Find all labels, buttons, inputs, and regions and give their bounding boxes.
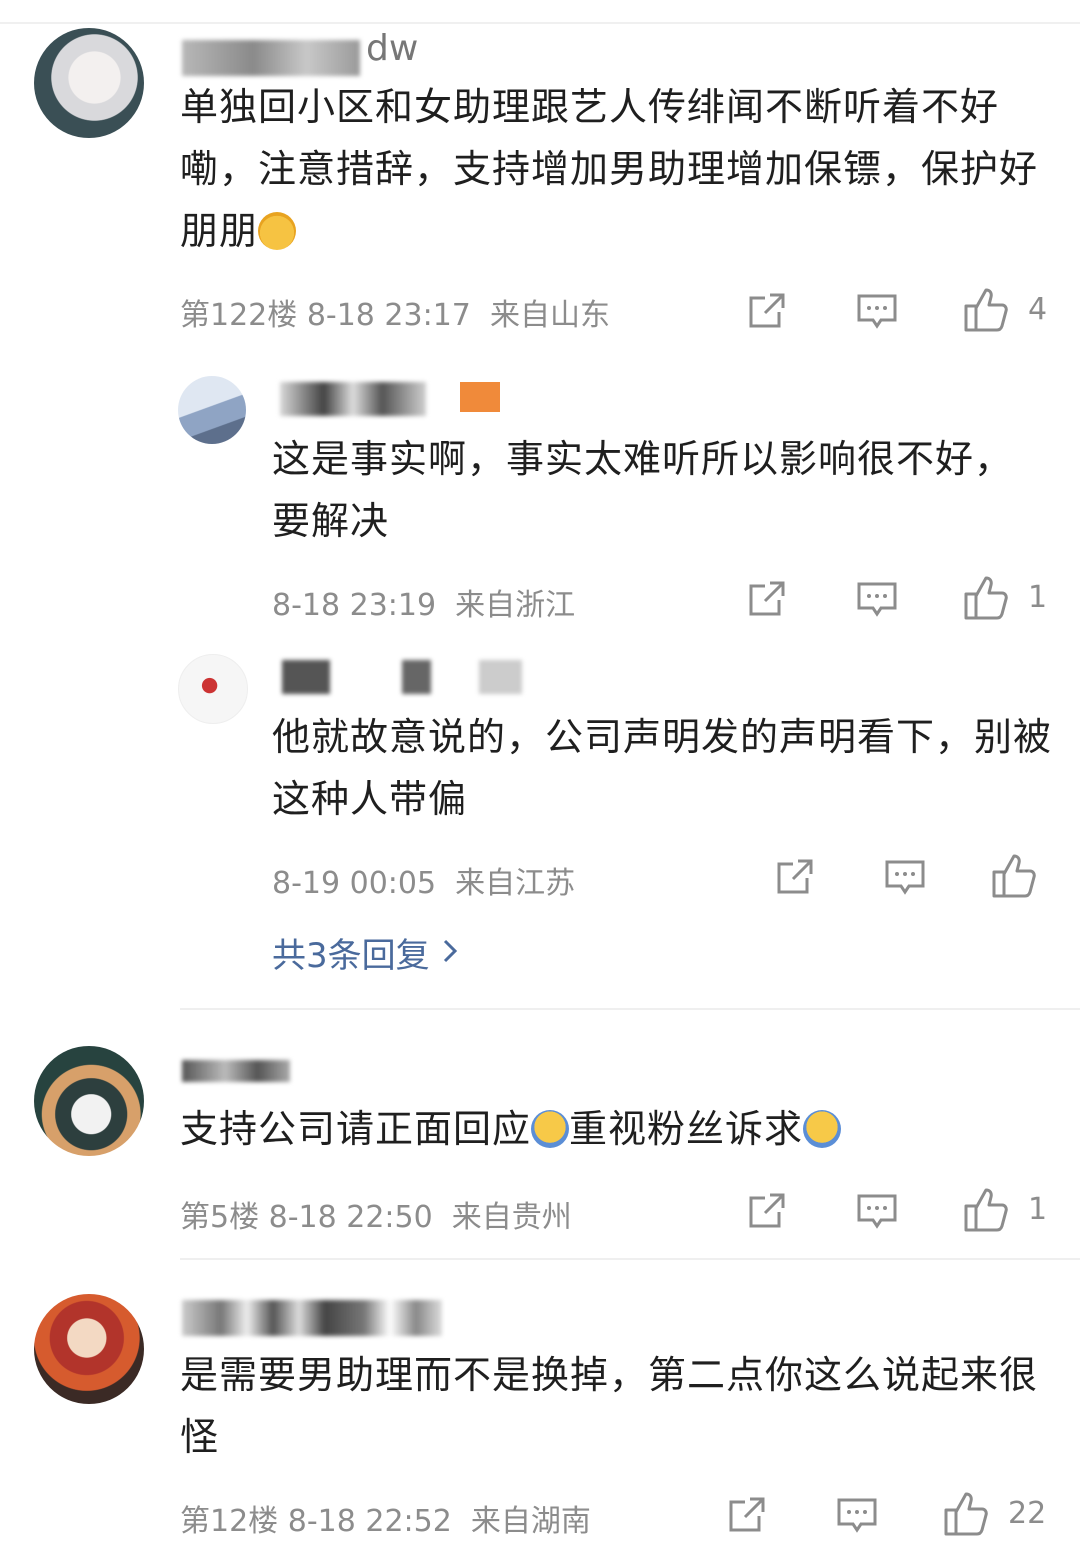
comment-divider (180, 1008, 1080, 1010)
location: 来自贵州 (451, 1200, 572, 1235)
comment-icon[interactable] (854, 288, 900, 334)
user-badge (460, 382, 500, 412)
username-blurred[interactable] (182, 1300, 442, 1336)
avatar[interactable] (34, 28, 144, 138)
raising-hand-icon (803, 1110, 842, 1148)
avatar[interactable] (34, 1046, 144, 1156)
like-button[interactable] (960, 572, 1010, 624)
username-blurred[interactable] (182, 1060, 290, 1082)
share-icon[interactable] (772, 854, 818, 900)
raising-hand-icon (531, 1110, 570, 1148)
like-count: 1 (1028, 1192, 1048, 1227)
comment-icon[interactable] (882, 854, 928, 900)
floor-number: 第12楼 (180, 1504, 279, 1539)
comment-meta: 第5楼 8-18 22:50 来自贵州 (180, 1192, 572, 1236)
floor-number: 第5楼 (180, 1200, 260, 1235)
like-button[interactable] (940, 1488, 990, 1540)
timestamp: 8-18 22:50 (268, 1200, 433, 1235)
location: 来自江苏 (455, 866, 576, 901)
avatar[interactable] (34, 1294, 144, 1404)
like-count: 4 (1028, 292, 1048, 327)
more-replies-link[interactable]: 共3条回复 (272, 928, 458, 977)
comment-divider (180, 1258, 1080, 1260)
reply-username-blurred[interactable] (280, 382, 426, 416)
like-count: 22 (1008, 1496, 1047, 1531)
like-count: 1 (1028, 580, 1048, 615)
more-replies-label: 共3条回复 (272, 936, 430, 976)
like-button[interactable] (960, 1184, 1010, 1236)
like-button[interactable] (960, 284, 1010, 336)
reply-meta: 8-18 23:19 来自浙江 (272, 580, 575, 624)
comment-text: 是需要男助理而不是换掉，第二点你这么说起来很怪 (180, 1353, 1039, 1459)
reply-text: 他就故意说的，公司声明发的声明看下，别被这种人带偏 (272, 715, 1053, 821)
timestamp: 8-18 22:52 (287, 1504, 452, 1539)
comment-meta: 第122楼 8-18 23:17 来自山东 (180, 290, 610, 334)
top-divider (0, 22, 1080, 24)
timestamp: 8-18 23:17 (306, 298, 471, 333)
share-icon[interactable] (744, 288, 790, 334)
username-blurred[interactable] (182, 40, 360, 76)
comment-text: 单独回小区和女助理跟艺人传绯闻不断听着不好嘞，注意措辞，支持增加男助理增加保镖，… (180, 85, 1039, 253)
reply-avatar[interactable] (178, 654, 248, 724)
share-icon[interactable] (744, 576, 790, 622)
timestamp: 8-19 00:05 (272, 866, 437, 901)
reply-meta: 8-19 00:05 来自江苏 (272, 858, 575, 902)
comment-meta: 第12楼 8-18 22:52 来自湖南 (180, 1496, 591, 1540)
comment-icon[interactable] (834, 1492, 880, 1538)
reply-text: 这是事实啊，事实太难听所以影响很不好，要解决 (272, 437, 1014, 543)
timestamp: 8-18 23:19 (272, 588, 437, 623)
floor-number: 第122楼 (180, 298, 298, 333)
username[interactable]: dw (366, 28, 418, 69)
reply-username-blurred[interactable] (282, 660, 522, 694)
like-button[interactable] (988, 850, 1038, 902)
crying-face-icon (258, 212, 297, 250)
location: 来自湖南 (470, 1504, 591, 1539)
comment-icon[interactable] (854, 1188, 900, 1234)
share-icon[interactable] (744, 1188, 790, 1234)
comment-icon[interactable] (854, 576, 900, 622)
reply-avatar[interactable] (178, 376, 246, 444)
share-icon[interactable] (724, 1492, 770, 1538)
location: 来自浙江 (455, 588, 576, 623)
location: 来自山东 (489, 298, 610, 333)
comment-text: 支持公司请正面回应 重视粉丝诉求 (180, 1098, 1060, 1160)
chevron-right-icon (442, 933, 458, 973)
